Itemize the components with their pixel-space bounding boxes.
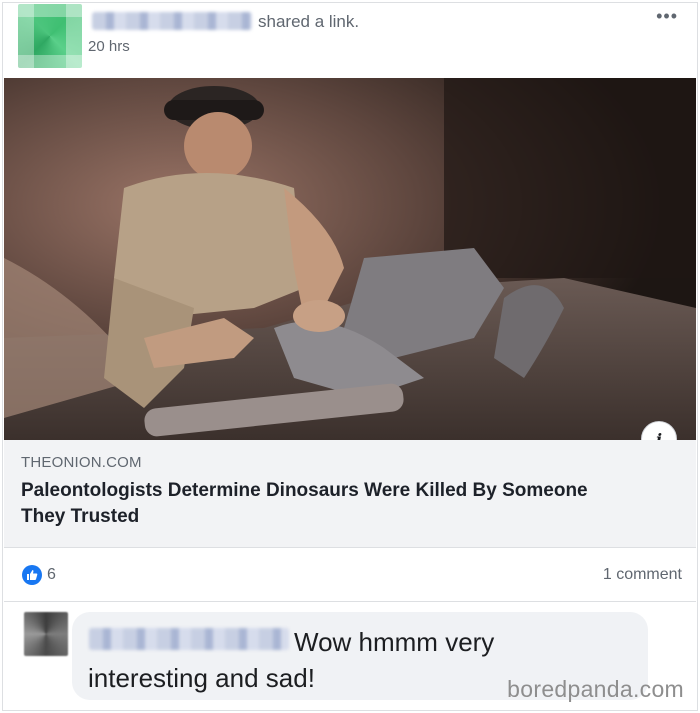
- link-preview-image[interactable]: [4, 78, 696, 440]
- link-caption[interactable]: THEONION.COM Paleontologists Determine D…: [4, 440, 696, 548]
- excavation-photo: [4, 78, 696, 440]
- divider: [4, 601, 696, 602]
- more-options-button[interactable]: •••: [656, 6, 678, 27]
- thumbs-up-icon[interactable]: [22, 565, 42, 585]
- poster-name-blurred[interactable]: [92, 12, 252, 30]
- link-domain: THEONION.COM: [21, 454, 142, 471]
- link-title[interactable]: Paleontologists Determine Dinosaurs Were…: [21, 478, 621, 530]
- shared-link-text: shared a link.: [258, 12, 360, 31]
- thumbs-up-glyph: [27, 570, 38, 580]
- like-count[interactable]: 6: [47, 566, 56, 584]
- poster-avatar[interactable]: [18, 4, 82, 68]
- watermark: boredpanda.com: [507, 676, 684, 702]
- commenter-avatar[interactable]: [24, 612, 68, 656]
- post-timestamp[interactable]: 20 hrs: [88, 38, 130, 55]
- comment-count[interactable]: 1 comment: [603, 566, 682, 584]
